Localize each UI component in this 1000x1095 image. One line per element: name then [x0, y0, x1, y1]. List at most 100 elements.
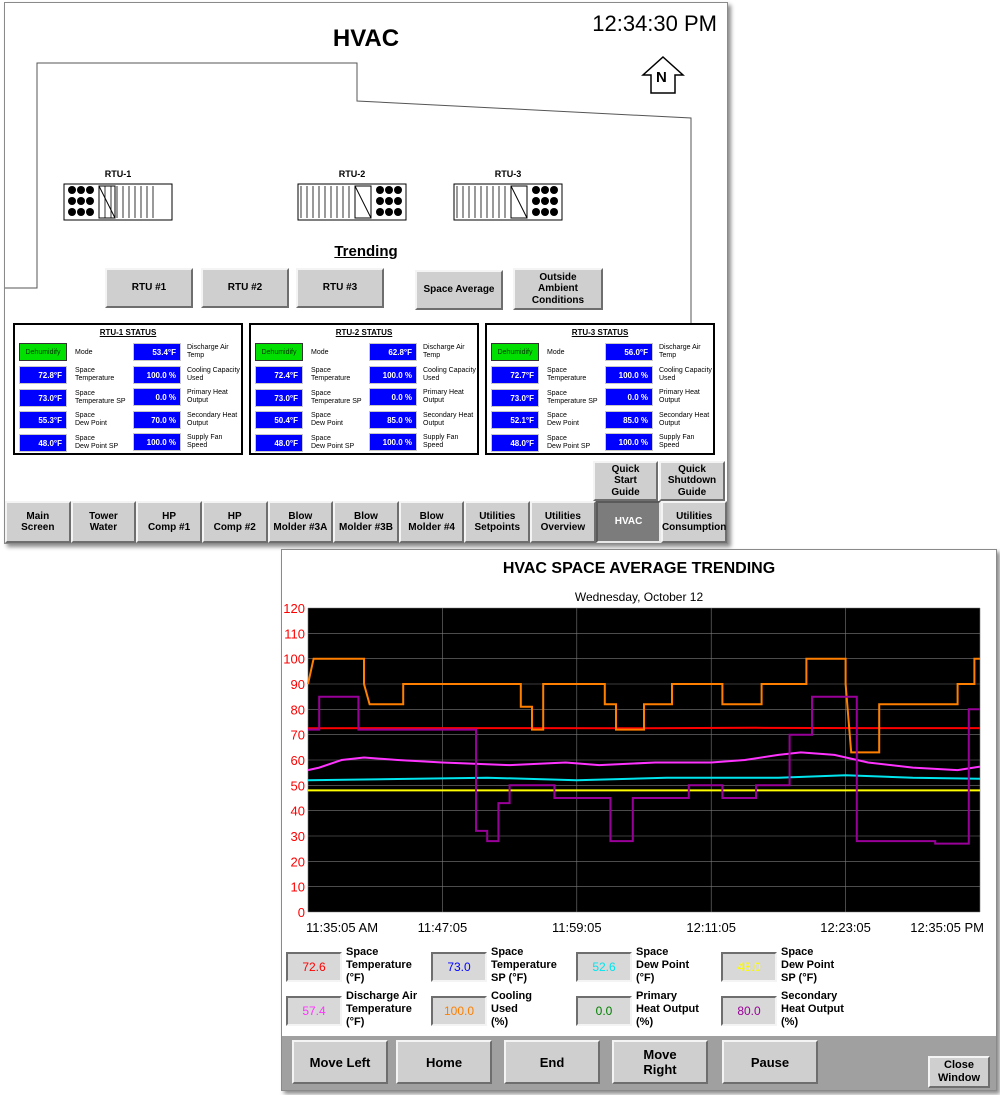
rtu-unit-icon [297, 183, 407, 221]
legend-value-box: 0.0 [576, 996, 632, 1026]
right-value-box[interactable]: 0.0 % [369, 388, 417, 406]
y-tick-label: 30 [291, 829, 305, 844]
left-value-box[interactable]: 50.4°F [255, 411, 303, 429]
legend-value-box: 48.0 [721, 952, 777, 982]
left-value-box[interactable]: 48.0°F [491, 433, 539, 452]
left-value-label: Space Temperature [311, 367, 351, 382]
nav-tab[interactable]: HVAC [595, 501, 662, 543]
right-value-box[interactable]: 100.0 % [605, 433, 653, 451]
y-tick-label: 40 [291, 804, 305, 819]
left-value-label: Space Temperature SP [75, 389, 126, 405]
x-tick-label: 11:47:05 [418, 920, 468, 935]
nav-tab[interactable]: HP Comp #2 [201, 501, 268, 543]
rtu-status-panel: RTU-3 STATUS Dehumidify Mode 72.7°F Space Te… [485, 323, 715, 455]
nav-tab[interactable]: HP Comp #1 [136, 501, 202, 543]
right-value-box[interactable]: 100.0 % [133, 365, 181, 384]
nav-tab[interactable]: Utilities Overview [530, 501, 596, 543]
legend-value-box: 73.0 [431, 952, 487, 982]
left-value-box[interactable]: 72.4°F [255, 366, 303, 384]
rtu-unit-label: RTU-2 [338, 169, 366, 179]
legend-value-box: 52.6 [576, 952, 632, 982]
right-value-box[interactable]: 53.4°F [133, 343, 181, 361]
right-value-box[interactable]: 0.0 % [605, 388, 653, 406]
right-value-box[interactable]: 85.0 % [369, 410, 417, 429]
trend-control-button[interactable]: Pause [722, 1040, 818, 1084]
trend-control-button[interactable]: End [504, 1040, 600, 1084]
panel-title: RTU-1 STATUS [99, 328, 157, 337]
right-value-label: Primary Heat Output [187, 389, 228, 404]
trend-rtu2-button[interactable]: RTU #2 [201, 268, 289, 308]
right-value-box[interactable]: 100.0 % [605, 365, 653, 384]
rtu-status-panel: RTU-2 STATUS Dehumidify Mode 72.4°F Space Te… [249, 323, 479, 455]
trend-outside-ambient-button[interactable]: Outside Ambient Conditions [513, 268, 603, 310]
trend-control-button[interactable]: Move Right [612, 1040, 708, 1084]
nav-tab[interactable]: Main Screen [5, 501, 71, 543]
quick-shutdown-guide-button[interactable]: Quick Shutdown Guide [659, 461, 725, 501]
left-value-box[interactable]: 52.1°F [491, 411, 539, 429]
right-value-label: Discharge Air Temp [187, 344, 229, 359]
right-value-box[interactable]: 56.0°F [605, 343, 653, 361]
y-tick-label: 10 [291, 880, 305, 895]
nav-tab[interactable]: Blow Molder #3A [267, 501, 334, 543]
right-value-box[interactable]: 70.0 % [133, 410, 181, 429]
right-value-box[interactable]: 85.0 % [605, 410, 653, 429]
left-value-box[interactable]: 73.0°F [255, 388, 303, 407]
left-value-box[interactable]: 72.8°F [19, 366, 67, 384]
rtu-unit-label: RTU-1 [104, 169, 132, 179]
left-value-box[interactable]: 55.3°F [19, 411, 67, 429]
legend-label: Cooling Used (%) [491, 990, 532, 1028]
y-tick-label: 80 [291, 702, 305, 717]
x-tick-label: 12:35:05 PM [910, 920, 984, 935]
nav-tab[interactable]: Blow Molder #3B [333, 501, 399, 543]
y-tick-label: 70 [291, 728, 305, 743]
trend-rtu3-button[interactable]: RTU #3 [296, 268, 384, 308]
trend-control-button[interactable]: Home [396, 1040, 492, 1084]
mode-label: Mode [311, 349, 329, 356]
x-tick-label: 12:23:05 [820, 920, 871, 935]
left-value-box[interactable]: 48.0°F [19, 433, 67, 452]
legend-value-box: 72.6 [286, 952, 342, 982]
right-value-box[interactable]: 62.8°F [369, 343, 417, 361]
nav-tab[interactable]: Blow Molder #4 [398, 501, 465, 543]
y-tick-label: 100 [283, 652, 305, 667]
right-value-label: Discharge Air Temp [659, 344, 701, 359]
right-value-label: Discharge Air Temp [423, 344, 465, 359]
trend-space-average-button[interactable]: Space Average [415, 270, 503, 310]
right-value-box[interactable]: 100.0 % [133, 433, 181, 451]
right-value-label: Primary Heat Output [659, 389, 700, 404]
rtu-status-panel: RTU-1 STATUS Dehumidify Mode 72.8°F Space Te… [13, 323, 243, 455]
bottom-nav-bar: Main Screen Tower Water HP Comp #1 HP Comp … [5, 501, 727, 543]
left-value-label: Space Temperature SP [311, 389, 362, 405]
right-value-box[interactable]: 100.0 % [369, 365, 417, 384]
left-value-label: Space Temperature [547, 367, 587, 382]
left-value-box[interactable]: 72.7°F [491, 366, 539, 384]
hvac-overview-window: HVAC 12:34:30 PM N RTU-1 RTU-2 RTU-3 Trend… [4, 2, 728, 544]
nav-tab[interactable]: Tower Water [70, 501, 137, 543]
legend-label: Space Dew Point SP (°F) [781, 946, 835, 984]
left-value-box[interactable]: 48.0°F [255, 433, 303, 452]
panel-title: RTU-3 STATUS [571, 328, 629, 337]
legend-label: Primary Heat Output (%) [636, 990, 699, 1028]
right-value-box[interactable]: 100.0 % [369, 433, 417, 451]
y-tick-label: 0 [298, 905, 305, 920]
right-value-label: Cooling Capacity Used [187, 366, 240, 382]
nav-tab[interactable]: Utilities Consumption [661, 501, 727, 543]
mode-indicator: Dehumidify [491, 343, 539, 361]
left-value-label: Space Dew Point [75, 412, 107, 427]
y-tick-label: 110 [284, 626, 305, 641]
legend-label: Space Temperature SP (°F) [491, 946, 557, 984]
left-value-label: Space Dew Point SP [311, 434, 355, 450]
nav-tab[interactable]: Utilities Setpoints [464, 501, 531, 543]
left-value-box[interactable]: 73.0°F [19, 388, 67, 407]
legend-label: Space Dew Point (°F) [636, 946, 690, 984]
quick-start-guide-button[interactable]: Quick Start Guide [593, 461, 658, 501]
right-value-label: Supply Fan Speed [659, 434, 695, 449]
trend-control-button[interactable]: Move Left [292, 1040, 388, 1084]
left-value-box[interactable]: 73.0°F [491, 388, 539, 407]
right-value-box[interactable]: 0.0 % [133, 388, 181, 406]
trend-rtu1-button[interactable]: RTU #1 [105, 268, 193, 308]
close-window-button[interactable]: Close Window [928, 1056, 990, 1088]
trend-title: HVAC SPACE AVERAGE TRENDING [502, 560, 776, 577]
rtu-unit-label: RTU-3 [494, 169, 522, 179]
space-average-trend-window: HVAC SPACE AVERAGE TRENDING Wednesday, O… [281, 549, 997, 1091]
